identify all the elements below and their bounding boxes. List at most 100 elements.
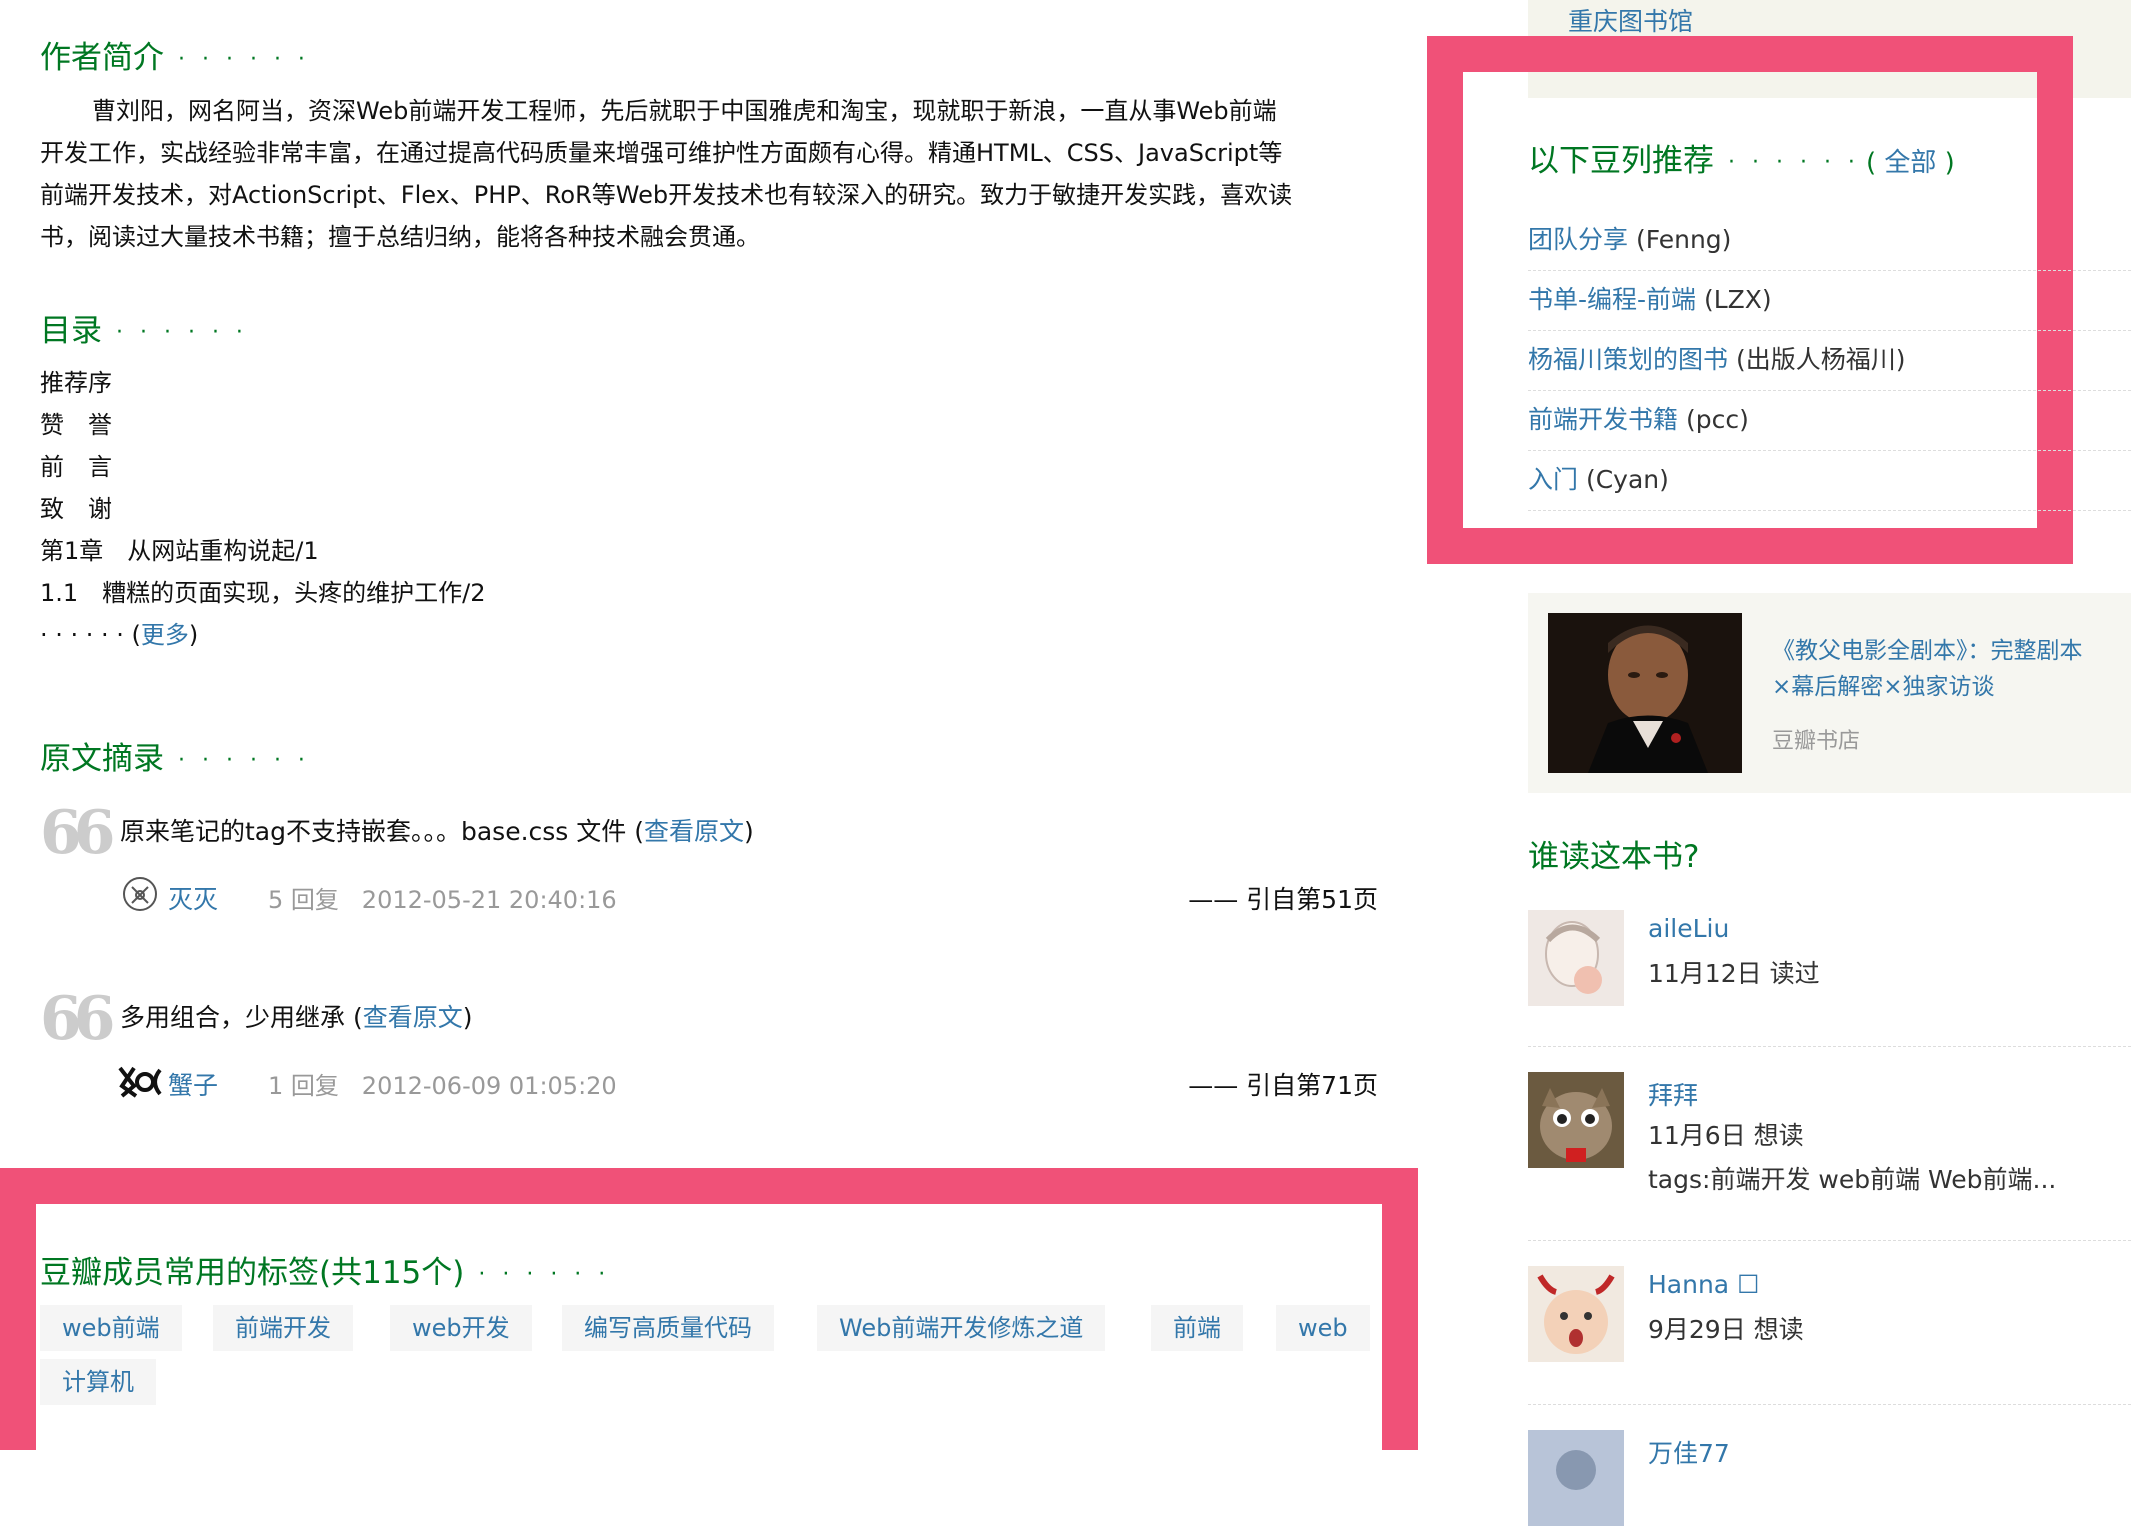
reply-count[interactable]: 5 回复	[268, 886, 339, 914]
doulist-link[interactable]: 书单-编程-前端	[1528, 285, 1696, 314]
paren-open: (	[131, 621, 141, 649]
doulist-item[interactable]: 书单-编程-前端 (LZX)	[1528, 270, 2131, 331]
intro-line: 开发工作，实战经验非常丰富，在通过提高代码质量来增强可维护性方面颇有心得。精通H…	[40, 139, 1283, 167]
tag-item[interactable]: Web前端开发修炼之道	[817, 1305, 1106, 1351]
tags-heading: 豆瓣成员常用的标签(共115个)	[40, 1255, 465, 1291]
tag-item[interactable]: web前端	[40, 1305, 182, 1351]
reader-avatar[interactable]	[1528, 1072, 1624, 1168]
tag-item[interactable]: 编写高质量代码	[562, 1305, 774, 1351]
tag-item[interactable]: 前端开发	[213, 1305, 353, 1351]
paren-close: )	[1936, 148, 1955, 178]
tag-item[interactable]: 前端	[1151, 1305, 1243, 1351]
tag-item[interactable]: web	[1276, 1305, 1370, 1351]
reader-status: 11月12日 读过	[1648, 959, 1820, 988]
intro-line: 书，阅读过大量技术书籍；擅于总结归纳，能将各种技术融会贯通。	[40, 223, 760, 251]
ad-source: 豆瓣书店	[1772, 729, 1861, 754]
doulist-author: (LZX)	[1704, 285, 1772, 314]
toc-title: 目录 · · · · · ·	[40, 310, 248, 354]
paren-open: (	[634, 817, 644, 846]
doulist-item[interactable]: 入门 (Cyan)	[1528, 450, 2131, 511]
reader-avatar[interactable]	[1528, 910, 1624, 1006]
view-original-link[interactable]: 查看原文	[644, 817, 744, 846]
author-intro-heading: 作者简介	[40, 40, 164, 76]
library-link[interactable]: 重庆图书馆	[1568, 2, 1693, 38]
section-dots: · · · · · ·	[1728, 149, 1860, 175]
tag-item[interactable]: web开发	[390, 1305, 532, 1351]
doulist-heading: 以下豆列推荐	[1528, 143, 1714, 179]
intro-line: 曹刘阳，网名阿当，资深Web前端开发工程师，先后就职于中国雅虎和淘宝，现就职于新…	[92, 97, 1277, 125]
paren-close: )	[188, 621, 199, 649]
excerpt-username[interactable]: 蟹子	[168, 1066, 218, 1102]
section-dots: · · · · · ·	[178, 46, 310, 72]
doulist-author: (出版人杨福川)	[1735, 345, 1906, 374]
doulist-link[interactable]: 前端开发书籍	[1528, 405, 1678, 434]
toc-item: 赞 誉	[40, 411, 112, 439]
user-avatar-icon[interactable]	[122, 876, 158, 912]
doulist-all: ( 全部 )	[1866, 148, 1955, 178]
excerpts-heading: 原文摘录	[40, 741, 164, 777]
toc-more-link[interactable]: 更多	[141, 621, 189, 649]
excerpt-meta: 5 回复 2012-05-21 20:40:16	[268, 880, 617, 915]
doulist-link[interactable]: 杨福川策划的图书	[1528, 345, 1728, 374]
paren-open: (	[1865, 148, 1885, 178]
reader-status: 9月29日 想读	[1648, 1315, 1804, 1344]
paren-close: )	[462, 1003, 473, 1032]
user-avatar-icon[interactable]	[118, 1062, 162, 1102]
doulist-item[interactable]: 杨福川策划的图书 (出版人杨福川)	[1528, 330, 2131, 391]
doulist-item[interactable]: 团队分享 (Fenng)	[1528, 210, 2131, 271]
quote-icon: 66	[40, 984, 115, 1054]
reader-avatar[interactable]	[1528, 1266, 1624, 1362]
tag-item[interactable]: 计算机	[40, 1359, 156, 1405]
toc-list: 推荐序 赞 誉 前 言 致 谢 第1章 从网站重构说起/1 1.1 糟糕的页面实…	[40, 362, 486, 656]
reader-tags: tags:前端开发 web前端 Web前端...	[1648, 1165, 2057, 1194]
tags-title: 豆瓣成员常用的标签(共115个) · · · · · ·	[40, 1252, 610, 1296]
reader-divider	[1528, 1046, 2131, 1047]
reader-name[interactable]: Hanna ☐	[1648, 1270, 1760, 1299]
reader-item: 拜拜 11月6日 想读 tags:前端开发 web前端 Web前端...	[1528, 1072, 2131, 1202]
ad-cover-image[interactable]	[1548, 613, 1742, 773]
doulist-link[interactable]: 入门	[1528, 465, 1578, 494]
section-dots: · · · · · ·	[178, 747, 310, 773]
author-intro-body: 曹刘阳，网名阿当，资深Web前端开发工程师，先后就职于中国雅虎和淘宝，现就职于新…	[40, 90, 1410, 258]
doulist-title: 以下豆列推荐 · · · · · ·( 全部 )	[1528, 140, 1955, 184]
reader-divider	[1528, 1404, 2131, 1405]
reader-name[interactable]: aileLiu	[1648, 914, 1729, 943]
reader-item: 万佳77	[1528, 1430, 2131, 1526]
doulist-all-link[interactable]: 全部	[1884, 148, 1936, 178]
excerpt-citation: —— 引自第71页	[1188, 1071, 1378, 1100]
excerpt-text: 多用组合，少用继承 (查看原文)	[120, 998, 473, 1034]
ad-title-line: 《教父电影全剧本》：完整剧本	[1772, 638, 2083, 664]
doulist-author: (pcc)	[1685, 405, 1749, 434]
doulist-link[interactable]: 团队分享	[1528, 225, 1628, 254]
toc-heading: 目录	[40, 313, 102, 349]
excerpt-content: 原来笔记的tag不支持嵌套。。。base.css 文件	[120, 817, 635, 846]
reader-avatar[interactable]	[1528, 1430, 1624, 1526]
readers-title: 谁读这本书?	[1528, 839, 1700, 875]
excerpt-citation: —— 引自第51页	[1188, 885, 1378, 914]
toc-item: 第1章 从网站重构说起/1	[40, 537, 319, 565]
reply-count[interactable]: 1 回复	[268, 1072, 339, 1100]
doulist-author: (Fenng)	[1635, 225, 1732, 254]
view-original-link[interactable]: 查看原文	[363, 1003, 463, 1032]
reader-name[interactable]: 拜拜	[1648, 1076, 1698, 1112]
doulist-author: (Cyan)	[1585, 465, 1669, 494]
reader-status: 11月6日 想读	[1648, 1121, 1804, 1150]
intro-line: 前端开发技术，对ActionScript、Flex、PHP、RoR等Web开发技…	[40, 181, 1293, 209]
excerpts-title: 原文摘录 · · · · · ·	[40, 738, 310, 782]
toc-item: 前 言	[40, 453, 112, 481]
quote-icon: 66	[40, 798, 115, 868]
ad-title[interactable]: 《教父电影全剧本》：完整剧本 ×幕后解密×独家访谈	[1772, 633, 2083, 705]
toc-item: 1.1 糟糕的页面实现，头疼的维护工作/2	[40, 579, 486, 607]
excerpt-username[interactable]: 灭灭	[168, 880, 218, 916]
doulist-item[interactable]: 前端开发书籍 (pcc)	[1528, 390, 2131, 451]
paren-open: (	[352, 1003, 363, 1032]
reader-name[interactable]: 万佳77	[1648, 1434, 1730, 1470]
reader-divider	[1528, 1240, 2131, 1241]
excerpt-meta: 1 回复 2012-06-09 01:05:20	[268, 1066, 617, 1101]
toc-more: · · · · · · (更多)	[40, 614, 486, 656]
section-dots: · · · · · ·	[116, 319, 248, 345]
toc-item: 致 谢	[40, 495, 112, 523]
reader-item: aileLiu 11月12日 读过	[1528, 910, 2131, 1006]
author-intro-title: 作者简介 · · · · · ·	[40, 37, 310, 81]
excerpt-text: 原来笔记的tag不支持嵌套。。。base.css 文件 (查看原文)	[120, 812, 754, 848]
